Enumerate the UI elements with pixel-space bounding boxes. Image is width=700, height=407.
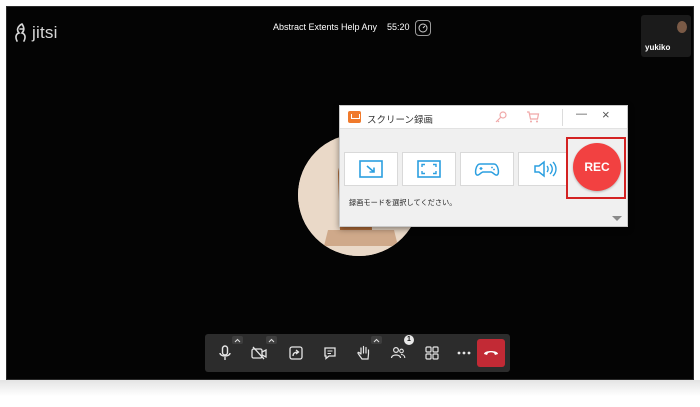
audio-mode-button[interactable] bbox=[518, 152, 572, 186]
rec-button-highlight: REC bbox=[566, 137, 626, 199]
hand-icon bbox=[357, 345, 370, 360]
gamepad-icon bbox=[474, 163, 500, 176]
close-button[interactable]: × bbox=[602, 107, 610, 122]
key-icon[interactable] bbox=[494, 110, 508, 124]
jitsi-logo-icon bbox=[15, 23, 26, 42]
microphone-button[interactable] bbox=[215, 343, 235, 363]
participant-name: yukiko bbox=[645, 43, 671, 52]
share-screen-icon bbox=[289, 346, 303, 360]
region-capture-icon bbox=[359, 160, 383, 178]
camera-options-caret[interactable] bbox=[266, 336, 277, 344]
meeting-toolbar: 1 bbox=[205, 334, 510, 372]
microphone-icon bbox=[219, 345, 231, 360]
leave-meeting-button[interactable] bbox=[477, 339, 505, 367]
thumbnail-avatar bbox=[677, 21, 687, 33]
more-actions-button[interactable] bbox=[454, 343, 474, 363]
fullscreen-mode-button[interactable] bbox=[402, 152, 456, 186]
chevron-up-icon bbox=[234, 338, 241, 342]
grid-icon bbox=[425, 346, 439, 360]
jitsi-logo: jitsi bbox=[13, 23, 58, 43]
participants-count-badge: 1 bbox=[404, 335, 414, 345]
chevron-up-icon bbox=[373, 338, 380, 342]
meeting-title: Abstract Extents Help Any bbox=[273, 22, 378, 32]
recorder-title-bar[interactable]: スクリーン録画 — × bbox=[340, 106, 627, 129]
recorder-hint-text: 録画モードを選択してください。 bbox=[349, 198, 457, 207]
minimize-button[interactable]: — bbox=[576, 108, 587, 120]
raise-hand-button[interactable] bbox=[354, 343, 374, 363]
speaker-icon bbox=[534, 160, 557, 178]
meeting-timer: 55:20 bbox=[387, 22, 410, 32]
region-mode-button[interactable] bbox=[344, 152, 398, 186]
participants-icon bbox=[390, 346, 406, 359]
participants-button[interactable] bbox=[388, 343, 408, 363]
gauge-icon bbox=[418, 23, 428, 33]
reactions-options-caret[interactable] bbox=[371, 336, 382, 344]
expand-caret-icon[interactable] bbox=[612, 216, 622, 221]
share-screen-button[interactable] bbox=[286, 343, 306, 363]
more-icon bbox=[457, 351, 471, 355]
performance-settings-button[interactable] bbox=[415, 20, 431, 36]
participant-thumbnail[interactable]: yukiko bbox=[641, 15, 691, 57]
chevron-up-icon bbox=[268, 338, 275, 342]
chat-icon bbox=[324, 347, 336, 360]
screen-recorder-panel: スクリーン録画 — × REC 録画モードを選択してください。 bbox=[339, 105, 628, 227]
camera-button[interactable] bbox=[249, 343, 269, 363]
fullscreen-icon bbox=[417, 160, 441, 178]
recorder-app-icon bbox=[348, 111, 361, 123]
page-bottom-shadow bbox=[0, 380, 700, 407]
rec-button[interactable]: REC bbox=[573, 143, 621, 191]
hangup-icon bbox=[484, 351, 498, 355]
tile-view-button[interactable] bbox=[422, 343, 442, 363]
cart-icon[interactable] bbox=[526, 110, 540, 124]
recorder-title: スクリーン録画 bbox=[367, 115, 434, 126]
chat-button[interactable] bbox=[320, 343, 340, 363]
logo-text: jitsi bbox=[32, 23, 58, 42]
meeting-window: jitsi Abstract Extents Help Any 55:20 yu… bbox=[6, 6, 694, 380]
title-bar-divider bbox=[562, 109, 563, 126]
camera-off-icon bbox=[251, 346, 267, 360]
microphone-options-caret[interactable] bbox=[232, 336, 243, 344]
game-mode-button[interactable] bbox=[460, 152, 514, 186]
